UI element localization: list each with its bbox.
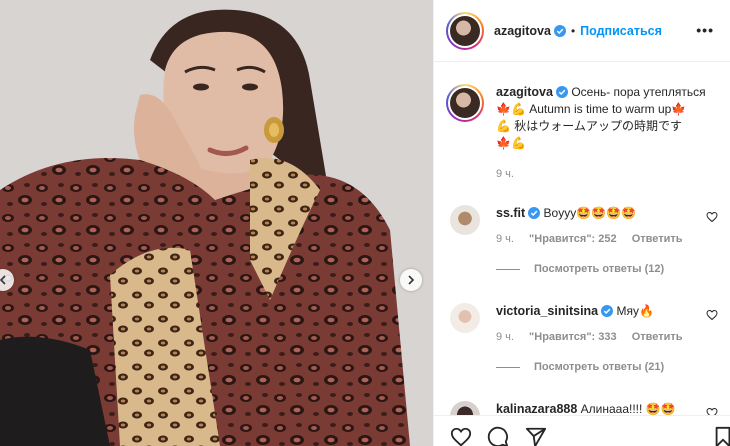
comment-text: Boyyy🤩🤩🤩🤩 — [543, 206, 636, 220]
chevron-left-icon — [0, 275, 6, 285]
separator-dot: • — [570, 23, 576, 38]
verified-badge-icon — [555, 86, 568, 98]
comment-likes-count[interactable]: "Нравится": 252 — [529, 233, 617, 245]
author-avatar[interactable] — [446, 11, 484, 50]
comment-icon[interactable] — [487, 426, 509, 446]
comment-username[interactable]: kalinazara888 — [496, 402, 577, 416]
post-caption: azagitova Осень- пора утепляться 🍁💪 Autu… — [446, 84, 726, 180]
chevron-right-icon — [408, 275, 415, 285]
caption-username[interactable]: azagitova — [496, 85, 553, 99]
comment-body: ss.fit Boyyy🤩🤩🤩🤩 — [496, 205, 726, 222]
comment-item: ss.fit Boyyy🤩🤩🤩🤩 9 ч. "Нравится": 252 От… — [446, 205, 726, 275]
comment-body: victoria_sinitsina Мяу🔥 — [496, 303, 726, 320]
post-photo[interactable] — [0, 0, 433, 446]
comment-time[interactable]: 9 ч. — [496, 331, 514, 343]
replies-divider-line — [496, 268, 520, 270]
maple-leaf-icon: 🍁 — [671, 102, 687, 116]
post-side-panel: azagitova • Подписаться ••• azagitova Ос… — [433, 0, 730, 446]
view-replies-label: Посмотреть ответы (12) — [534, 263, 665, 275]
bookmark-icon[interactable] — [712, 426, 730, 446]
heart-icon[interactable] — [706, 211, 718, 223]
comment-avatar[interactable] — [450, 303, 480, 333]
author-username[interactable]: azagitova — [494, 24, 551, 38]
caption-line-2: Autumn is time to warm up — [529, 102, 672, 116]
view-replies-button[interactable]: Посмотреть ответы (21) — [496, 361, 726, 373]
photo-illustration — [0, 0, 433, 446]
reply-button[interactable]: Ответить — [632, 233, 683, 245]
view-replies-button[interactable]: Посмотреть ответы (12) — [496, 263, 726, 275]
verified-badge-icon — [528, 207, 541, 219]
post-header: azagitova • Подписаться ••• — [434, 0, 730, 62]
caption-line-1: Осень- пора утепляться — [571, 85, 706, 99]
caption-timestamp[interactable]: 9 ч. — [496, 168, 726, 180]
caption-author-avatar[interactable] — [446, 84, 484, 122]
heart-icon[interactable] — [450, 426, 472, 446]
heart-icon[interactable] — [706, 309, 718, 321]
comment-time[interactable]: 9 ч. — [496, 233, 514, 245]
flexed-biceps-icon: 💪 — [510, 102, 526, 116]
flexed-biceps-icon: 💪 — [510, 136, 526, 150]
replies-divider-line — [496, 366, 520, 368]
comment-item: victoria_sinitsina Мяу🔥 9 ч. "Нравится":… — [446, 303, 726, 373]
next-photo-button[interactable] — [400, 269, 422, 291]
reply-button[interactable]: Ответить — [632, 331, 683, 343]
comment-meta: 9 ч. "Нравится": 333 Ответить — [496, 331, 726, 343]
flexed-biceps-icon: 💪 — [496, 119, 511, 133]
paper-plane-icon[interactable] — [525, 426, 547, 446]
verified-badge-icon — [601, 305, 614, 317]
verified-badge-icon — [553, 24, 566, 37]
caption-line-3: 秋はウォームアップの時期です — [514, 119, 682, 133]
caption-text: azagitova Осень- пора утепляться 🍁💪 Autu… — [496, 84, 726, 152]
comment-text: Алинааа!!!! 🤩🤩 — [580, 402, 676, 416]
comment-text: Мяу🔥 — [616, 304, 654, 318]
comment-username[interactable]: victoria_sinitsina — [496, 304, 598, 318]
comment-username[interactable]: ss.fit — [496, 206, 525, 220]
maple-leaf-icon: 🍁 — [496, 102, 511, 116]
comment-meta: 9 ч. "Нравится": 252 Ответить — [496, 233, 726, 245]
maple-leaf-icon: 🍁 — [496, 136, 511, 150]
post-action-bar — [434, 415, 730, 446]
comment-avatar[interactable] — [450, 205, 480, 235]
view-replies-label: Посмотреть ответы (21) — [534, 361, 665, 373]
follow-button[interactable]: Подписаться — [580, 24, 662, 38]
comment-likes-count[interactable]: "Нравится": 333 — [529, 331, 617, 343]
more-options-button[interactable]: ••• — [696, 22, 714, 38]
